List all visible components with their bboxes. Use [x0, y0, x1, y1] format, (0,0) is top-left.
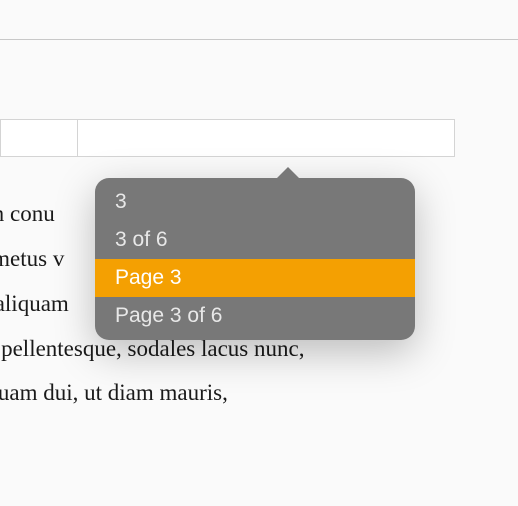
- page-format-popover: 3 3 of 6 Page 3 Page 3 of 6: [95, 178, 415, 340]
- page-number-field-group: [0, 119, 455, 157]
- page-format-option-number[interactable]: 3: [95, 183, 415, 221]
- page-number-field-left[interactable]: [0, 119, 78, 157]
- page-format-option-page-number-of-total[interactable]: Page 3 of 6: [95, 297, 415, 335]
- page-format-option-page-number[interactable]: Page 3: [95, 259, 415, 297]
- popover-arrow-icon: [275, 167, 301, 180]
- page-format-option-number-of-total[interactable]: 3 of 6: [95, 221, 415, 259]
- page-number-field-right[interactable]: [78, 119, 455, 157]
- text-line: iquam dui, ut diam mauris,: [0, 371, 304, 416]
- toolbar-divider: [0, 39, 518, 40]
